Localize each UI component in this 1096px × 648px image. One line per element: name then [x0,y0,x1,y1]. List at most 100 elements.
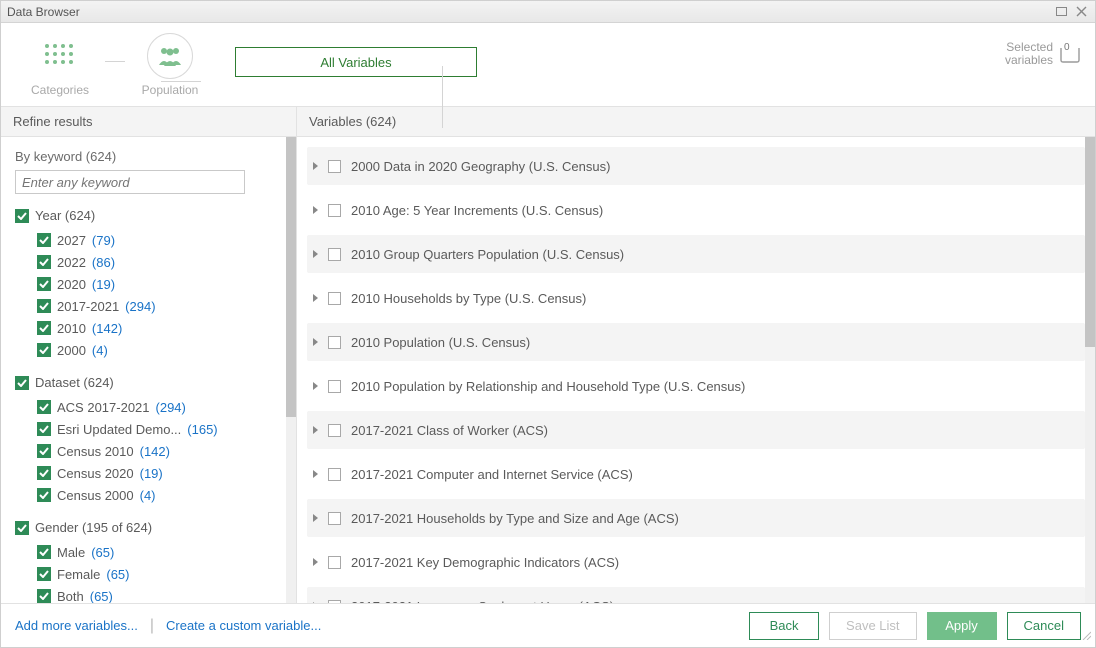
back-button[interactable]: Back [749,612,819,640]
variable-row[interactable]: 2017-2021 Households by Type and Size an… [307,499,1085,537]
facet-item[interactable]: 2027 (79) [37,229,286,251]
facet-item-count[interactable]: (19) [140,466,163,481]
variables-scrollbar-track[interactable] [1085,137,1095,603]
checkbox-icon[interactable] [37,545,51,559]
keyword-input[interactable] [15,170,245,194]
refine-scrollbar-track[interactable] [286,137,296,603]
checkbox-icon[interactable] [37,233,51,247]
checkbox-icon[interactable] [37,422,51,436]
variable-row[interactable]: 2017-2021 Language Spoken at Home (ACS) [307,587,1085,603]
facet-item[interactable]: Census 2000 (4) [37,484,286,506]
facet-item[interactable]: 2000 (4) [37,339,286,361]
row-checkbox[interactable] [328,292,341,305]
facet-item-count[interactable]: (142) [92,321,122,336]
variable-row[interactable]: 2010 Age: 5 Year Increments (U.S. Census… [307,191,1085,229]
expand-caret-icon[interactable] [313,338,318,346]
row-checkbox[interactable] [328,204,341,217]
checkbox-icon[interactable] [37,299,51,313]
facet-item-label: Census 2000 [57,488,134,503]
facet-item-count[interactable]: (65) [90,589,113,604]
maximize-icon[interactable] [1053,5,1069,19]
checkbox-icon[interactable] [37,400,51,414]
facet-item[interactable]: Female (65) [37,563,286,585]
facet-item[interactable]: ACS 2017-2021 (294) [37,396,286,418]
checkbox-icon[interactable] [37,255,51,269]
variable-row[interactable]: 2000 Data in 2020 Geography (U.S. Census… [307,147,1085,185]
variable-row[interactable]: 2010 Population (U.S. Census) [307,323,1085,361]
refine-scroll[interactable]: By keyword (624) Year (624)2027 (79)2022… [1,137,296,603]
variables-list[interactable]: 2000 Data in 2020 Geography (U.S. Census… [297,137,1095,603]
variable-row[interactable]: 2017-2021 Key Demographic Indicators (AC… [307,543,1085,581]
apply-button[interactable]: Apply [927,612,997,640]
row-checkbox[interactable] [328,380,341,393]
facet-item-count[interactable]: (294) [125,299,155,314]
checkbox-icon[interactable] [37,321,51,335]
facet-item[interactable]: Census 2010 (142) [37,440,286,462]
facet-item[interactable]: Male (65) [37,541,286,563]
facet-item-count[interactable]: (142) [140,444,170,459]
facet-item[interactable]: 2010 (142) [37,317,286,339]
facet-item-count[interactable]: (65) [91,545,114,560]
row-checkbox[interactable] [328,468,341,481]
resize-grip-icon[interactable] [1081,630,1091,643]
row-checkbox[interactable] [328,600,341,604]
breadcrumb-categories[interactable]: Categories [15,33,105,97]
facet-item[interactable]: 2017-2021 (294) [37,295,286,317]
expand-caret-icon[interactable] [313,250,318,258]
checkbox-icon[interactable] [15,376,29,390]
expand-caret-icon[interactable] [313,558,318,566]
variable-row[interactable]: 2010 Population by Relationship and Hous… [307,367,1085,405]
checkbox-icon[interactable] [37,277,51,291]
checkbox-icon[interactable] [37,444,51,458]
facet-item[interactable]: Both (65) [37,585,286,603]
facet-item-count[interactable]: (4) [92,343,108,358]
facet-item-count[interactable]: (86) [92,255,115,270]
variable-row[interactable]: 2010 Households by Type (U.S. Census) [307,279,1085,317]
facet-item[interactable]: 2022 (86) [37,251,286,273]
facet-item-count[interactable]: (19) [92,277,115,292]
selected-label-2: variables [1005,54,1053,67]
variable-row[interactable]: 2010 Group Quarters Population (U.S. Cen… [307,235,1085,273]
row-checkbox[interactable] [328,248,341,261]
facet-item-count[interactable]: (165) [187,422,217,437]
row-checkbox[interactable] [328,512,341,525]
checkbox-icon[interactable] [15,209,29,223]
create-custom-variable-link[interactable]: Create a custom variable... [166,618,321,633]
cancel-button[interactable]: Cancel [1007,612,1081,640]
expand-caret-icon[interactable] [313,602,318,603]
facet-item-count[interactable]: (79) [92,233,115,248]
row-checkbox[interactable] [328,424,341,437]
expand-caret-icon[interactable] [313,514,318,522]
checkbox-icon[interactable] [37,567,51,581]
variables-scrollbar-thumb[interactable] [1085,137,1095,347]
variable-row[interactable]: 2017-2021 Class of Worker (ACS) [307,411,1085,449]
checkbox-icon[interactable] [37,488,51,502]
row-checkbox[interactable] [328,160,341,173]
expand-caret-icon[interactable] [313,426,318,434]
checkbox-icon[interactable] [15,521,29,535]
expand-caret-icon[interactable] [313,294,318,302]
expand-caret-icon[interactable] [313,470,318,478]
breadcrumb-population[interactable]: Population [125,33,215,97]
variable-row[interactable]: 2017-2021 Computer and Internet Service … [307,455,1085,493]
facet-item[interactable]: 2020 (19) [37,273,286,295]
expand-caret-icon[interactable] [313,162,318,170]
refine-scrollbar-thumb[interactable] [286,137,296,417]
expand-caret-icon[interactable] [313,206,318,214]
facet-item[interactable]: Esri Updated Demo... (165) [37,418,286,440]
selected-variables-indicator[interactable]: Selected variables 0 [1005,41,1081,67]
row-checkbox[interactable] [328,556,341,569]
checkbox-icon[interactable] [37,343,51,357]
checkbox-icon[interactable] [37,466,51,480]
facet-item-count[interactable]: (4) [140,488,156,503]
facet-item-count[interactable]: (294) [156,400,186,415]
facet-item[interactable]: Census 2020 (19) [37,462,286,484]
row-checkbox[interactable] [328,336,341,349]
checkbox-icon[interactable] [37,589,51,603]
expand-caret-icon[interactable] [313,382,318,390]
close-icon[interactable] [1073,5,1089,19]
all-variables-button[interactable]: All Variables [235,47,477,77]
add-more-variables-link[interactable]: Add more variables... [15,618,138,633]
facet-item-count[interactable]: (65) [106,567,129,582]
save-list-button[interactable]: Save List [829,612,916,640]
